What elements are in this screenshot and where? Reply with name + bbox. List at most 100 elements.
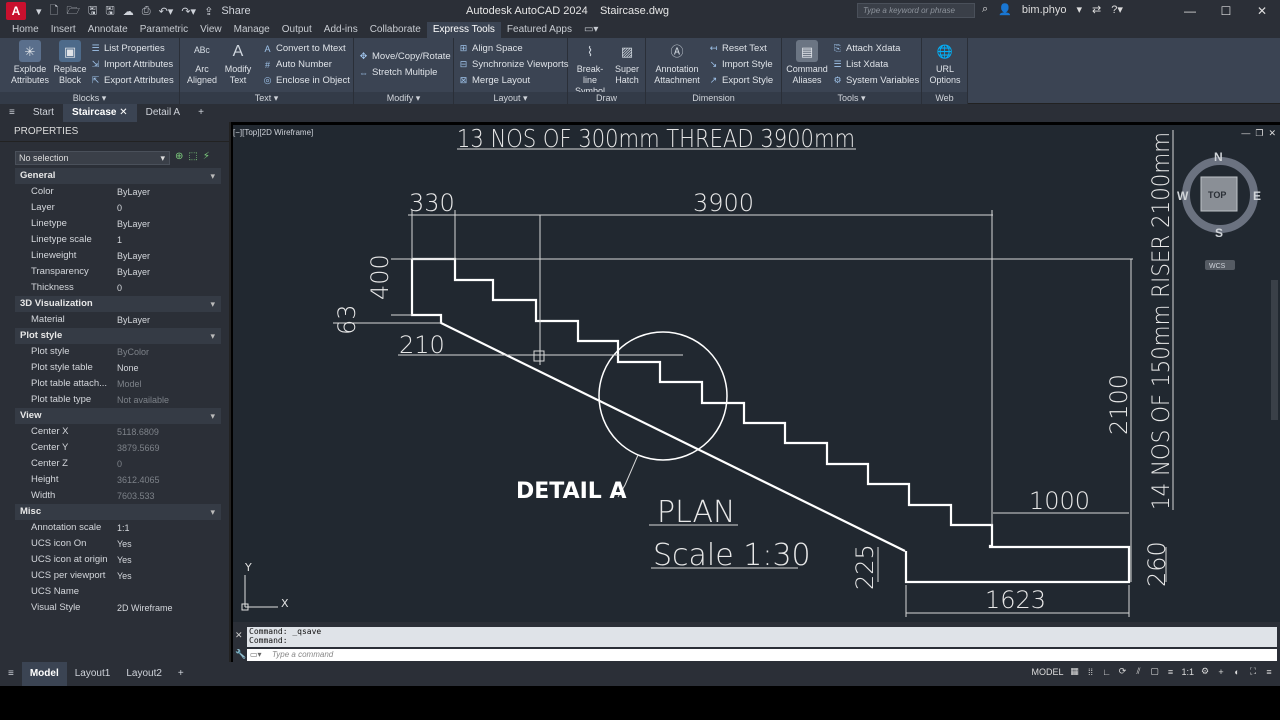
share-button[interactable]: Share — [221, 5, 250, 17]
property-value[interactable]: Not available — [117, 392, 221, 408]
property-row[interactable]: Height 3612.4065 — [15, 472, 221, 488]
merge-layout-button[interactable]: ⊠ Merge Layout — [458, 75, 530, 86]
property-row[interactable]: Thickness 0 — [15, 280, 221, 296]
property-row[interactable]: Plot style ByColor — [15, 344, 221, 360]
property-row[interactable]: Color ByLayer — [15, 184, 221, 200]
property-value[interactable]: ByLayer — [117, 264, 221, 280]
viewport-minimize-icon[interactable]: — — [1241, 128, 1250, 139]
close-tab-icon[interactable]: ✕ — [119, 107, 127, 118]
super-hatch-button[interactable]: ▨ Super Hatch — [612, 40, 642, 86]
align-space-button[interactable]: ⊞ Align Space — [458, 43, 523, 54]
panel-label-text[interactable]: Text ▾ — [180, 92, 353, 104]
tab-add-ins[interactable]: Add-ins — [318, 22, 364, 38]
property-value[interactable]: ByLayer — [117, 248, 221, 264]
snap-icon[interactable]: ⁞⁞ — [1085, 667, 1095, 677]
quick-select-icon[interactable]: ⚡ — [203, 151, 210, 162]
tab-layout1[interactable]: Layout1 — [67, 662, 119, 686]
command-customize-icon[interactable]: 🔧 — [235, 649, 246, 660]
property-value[interactable]: None — [117, 360, 221, 376]
command-close-icon[interactable]: ✕ — [235, 630, 243, 641]
import-style-button[interactable]: ↘ Import Style — [708, 59, 773, 70]
property-row[interactable]: Visual Style 2D Wireframe — [15, 600, 221, 616]
export-style-button[interactable]: ↗ Export Style — [708, 75, 774, 86]
undo-icon[interactable]: ↶▾ — [159, 5, 174, 18]
new-tab-icon[interactable]: + — [189, 104, 213, 122]
viewcube-north[interactable]: N — [1214, 150, 1223, 164]
tab-detail-a[interactable]: Detail A — [137, 104, 189, 122]
list-xdata-button[interactable]: ☰ List Xdata — [832, 59, 888, 70]
enclose-in-object-button[interactable]: ◎ Enclose in Object — [262, 75, 350, 86]
ortho-icon[interactable]: ∟ — [1101, 667, 1111, 677]
lineweight-icon[interactable]: ≡ — [1165, 667, 1175, 677]
property-row[interactable]: Width 7603.533 — [15, 488, 221, 504]
menu-arrow-icon[interactable]: ▾ — [36, 5, 42, 18]
property-row[interactable]: Plot table type Not available — [15, 392, 221, 408]
property-row[interactable]: UCS per viewport Yes — [15, 568, 221, 584]
property-value[interactable]: 3612.4065 — [117, 472, 221, 488]
tab-model[interactable]: Model — [21, 662, 67, 686]
tab-home[interactable]: Home — [6, 22, 45, 38]
property-value[interactable]: 2D Wireframe — [117, 600, 221, 616]
wcs-label[interactable]: WCS — [1209, 263, 1226, 270]
property-row[interactable]: Center X 5118.6809 — [15, 424, 221, 440]
property-value[interactable]: Model — [117, 376, 221, 392]
panel-label-modify[interactable]: Modify ▾ — [354, 92, 453, 104]
viewcube-south[interactable]: S — [1215, 226, 1223, 240]
gear-icon[interactable]: ⚙ — [1200, 666, 1210, 677]
property-value[interactable]: 0 — [117, 200, 221, 216]
reset-text-button[interactable]: ↤ Reset Text — [708, 43, 767, 54]
url-options-button[interactable]: 🌐 URL Options — [924, 40, 966, 86]
isodraft-icon[interactable]: ⫽ — [1133, 666, 1143, 677]
property-value[interactable]: 1:1 — [117, 520, 221, 536]
panel-label-tools[interactable]: Tools ▾ — [782, 92, 921, 104]
section-general[interactable]: General — [15, 168, 221, 184]
property-value[interactable]: Yes — [117, 536, 221, 552]
search-icon[interactable]: ⌕ — [982, 3, 988, 16]
viewcube-top[interactable]: TOP — [1208, 190, 1226, 200]
list-properties-button[interactable]: ☰ List Properties — [90, 43, 164, 54]
viewport-close-icon[interactable]: ✕ — [1268, 128, 1276, 139]
export-attributes-button[interactable]: ⇱ Export Attributes — [90, 75, 174, 86]
modify-text-button[interactable]: A Modify Text — [220, 40, 256, 86]
selection-grip[interactable] — [533, 350, 545, 362]
property-value[interactable]: ByLayer — [117, 184, 221, 200]
hamburger-menu-icon[interactable]: ≡ — [0, 104, 24, 122]
property-value[interactable]: ByLayer — [117, 312, 221, 328]
property-row[interactable]: Annotation scale 1:1 — [15, 520, 221, 536]
selection-dropdown[interactable]: No selection ▾ — [15, 151, 170, 165]
object-snap-icon[interactable]: ▢ — [1149, 666, 1159, 677]
polar-icon[interactable]: ⟳ — [1117, 666, 1127, 677]
viewcube-west[interactable]: W — [1177, 189, 1189, 203]
tab-output[interactable]: Output — [276, 22, 318, 38]
property-row[interactable]: UCS Name — [15, 584, 221, 600]
ribbon-toggle-icon[interactable]: ▭▾ — [578, 22, 604, 38]
help-icon[interactable]: ?▾ — [1111, 3, 1123, 16]
save-as-icon[interactable]: 🖫 — [105, 2, 114, 21]
stretch-multiple-button[interactable]: ⇔ Stretch Multiple — [358, 67, 437, 78]
new-file-icon[interactable]: 🗋 — [50, 2, 59, 21]
cloud-icon[interactable]: ☁ — [123, 5, 134, 18]
tab-express-tools[interactable]: Express Tools — [426, 22, 501, 38]
attach-xdata-button[interactable]: ⎘ Attach Xdata — [832, 43, 901, 54]
property-value[interactable]: 3879.5669 — [117, 440, 221, 456]
property-value[interactable]: ByLayer — [117, 216, 221, 232]
property-row[interactable]: Linetype ByLayer — [15, 216, 221, 232]
auto-number-button[interactable]: # Auto Number — [262, 59, 332, 70]
add-layout-icon[interactable]: + — [170, 662, 192, 686]
property-row[interactable]: Material ByLayer — [15, 312, 221, 328]
break-line-symbol-button[interactable]: ⌇ Break-line Symbol — [570, 40, 610, 97]
property-value[interactable] — [117, 584, 221, 600]
share-icon[interactable]: ⇪ — [204, 5, 213, 18]
property-value[interactable]: 5118.6809 — [117, 424, 221, 440]
system-variables-button[interactable]: ⚙ System Variables — [832, 75, 919, 86]
viewport-restore-icon[interactable]: ❐ — [1255, 128, 1263, 139]
customize-icon[interactable]: ≡ — [1264, 667, 1274, 677]
tab-annotate[interactable]: Annotate — [82, 22, 134, 38]
viewcube-east[interactable]: E — [1253, 189, 1261, 203]
model-space-button[interactable]: MODEL — [1031, 667, 1063, 677]
synchronize-viewports-button[interactable]: ⊟ Synchronize Viewports — [458, 59, 569, 70]
property-row[interactable]: UCS icon at origin Yes — [15, 552, 221, 568]
arc-aligned-button[interactable]: ᴬᴮᶜ Arc Aligned — [184, 40, 220, 86]
property-value[interactable]: ByColor — [117, 344, 221, 360]
select-objects-icon[interactable]: ⬚ — [188, 151, 197, 162]
